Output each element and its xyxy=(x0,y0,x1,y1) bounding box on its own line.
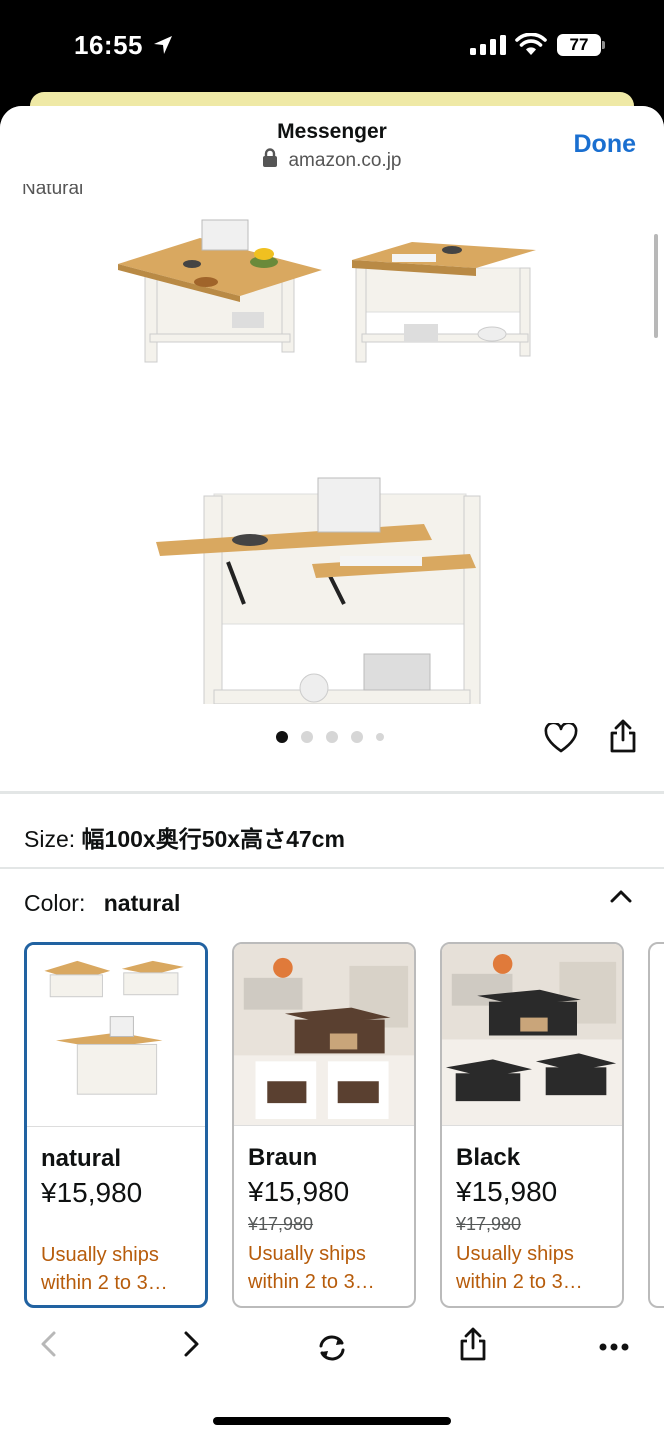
gallery-dot[interactable] xyxy=(301,731,313,743)
battery-tip xyxy=(602,41,605,49)
reload-icon[interactable] xyxy=(316,1334,348,1362)
table-illustration-closed xyxy=(352,242,536,363)
scroll-indicator[interactable] xyxy=(654,234,658,338)
swatch-next-partial[interactable] xyxy=(648,942,664,1308)
url-text: amazon.co.jp xyxy=(288,150,402,171)
table-illustration-lifted xyxy=(118,219,322,363)
size-row: Size: 幅100x奥行50x高さ47cm xyxy=(24,820,345,854)
swatch-natural[interactable]: natural ¥15,980 Usually ships within 2 to… xyxy=(24,942,208,1308)
done-button[interactable]: Done xyxy=(574,130,637,159)
section-divider xyxy=(0,791,664,794)
table-illustration-main xyxy=(156,477,481,704)
chevron-up-icon[interactable] xyxy=(610,889,632,903)
gallery-page-dots[interactable] xyxy=(276,731,384,743)
color-label: Color: xyxy=(24,890,86,916)
sheet-header: Messenger amazon.co.jp Done xyxy=(0,106,664,184)
location-arrow-icon xyxy=(154,36,172,54)
status-bar: 16:55 77 xyxy=(0,0,664,92)
shipping-line: within 2 to 3… xyxy=(41,1272,168,1294)
swatch-name: Black xyxy=(456,1144,521,1171)
gallery-dot[interactable] xyxy=(326,731,338,743)
home-indicator xyxy=(213,1417,451,1425)
color-swatch-list: natural ¥15,980 Usually ships within 2 to… xyxy=(24,942,664,1310)
shipping-line: Usually ships xyxy=(456,1243,574,1265)
swatch-shipping: Usually ships within 2 to 3… xyxy=(456,1240,614,1296)
shipping-line: Usually ships xyxy=(248,1243,366,1265)
size-label: Size: xyxy=(24,826,76,852)
shipping-line: within 2 to 3… xyxy=(248,1271,375,1293)
swatch-image xyxy=(234,944,414,1126)
battery-indicator: 77 xyxy=(557,34,601,56)
section-divider xyxy=(0,867,664,869)
status-time: 16:55 xyxy=(74,30,143,60)
wifi-icon xyxy=(515,33,547,55)
swatch-price: ¥15,980 xyxy=(248,1176,350,1207)
swatch-image xyxy=(27,945,205,1127)
swatch-old-price: ¥17,980 xyxy=(248,1214,314,1234)
shipping-line: Usually ships xyxy=(41,1244,159,1266)
color-row[interactable]: Color: natural xyxy=(24,890,180,917)
url-row[interactable]: amazon.co.jp xyxy=(0,148,664,172)
swatch-image xyxy=(442,944,622,1126)
lock-icon xyxy=(263,148,278,167)
gallery-dot[interactable] xyxy=(276,731,288,743)
signal-icon xyxy=(470,35,506,55)
swatch-old-price: ¥17,980 xyxy=(456,1214,522,1234)
product-image[interactable] xyxy=(0,184,664,704)
gallery-dot[interactable] xyxy=(376,733,384,741)
swatch-name: natural xyxy=(41,1145,122,1172)
back-icon[interactable] xyxy=(38,1330,58,1358)
forward-icon[interactable] xyxy=(182,1330,202,1358)
share-icon[interactable] xyxy=(608,718,638,754)
share-icon[interactable] xyxy=(458,1326,488,1362)
swatch-price: ¥15,980 xyxy=(41,1177,143,1208)
browser-sheet: Messenger amazon.co.jp Done Natural Size… xyxy=(0,106,664,1440)
swatch-shipping: Usually ships within 2 to 3… xyxy=(248,1240,406,1296)
swatch-name: Braun xyxy=(248,1144,318,1171)
swatch-black[interactable]: Black ¥15,980 ¥17,980 Usually ships withi… xyxy=(440,942,624,1308)
more-icon[interactable] xyxy=(598,1342,630,1352)
gallery-dot[interactable] xyxy=(351,731,363,743)
swatch-shipping: Usually ships within 2 to 3… xyxy=(41,1241,199,1297)
heart-icon[interactable] xyxy=(544,723,578,753)
size-value: 幅100x奥行50x高さ47cm xyxy=(81,826,345,852)
color-value: natural xyxy=(103,890,181,916)
swatch-braun[interactable]: Braun ¥15,980 ¥17,980 Usually ships withi… xyxy=(232,942,416,1308)
shipping-line: within 2 to 3… xyxy=(456,1271,583,1293)
header-title: Messenger xyxy=(277,120,387,143)
swatch-price: ¥15,980 xyxy=(456,1176,558,1207)
